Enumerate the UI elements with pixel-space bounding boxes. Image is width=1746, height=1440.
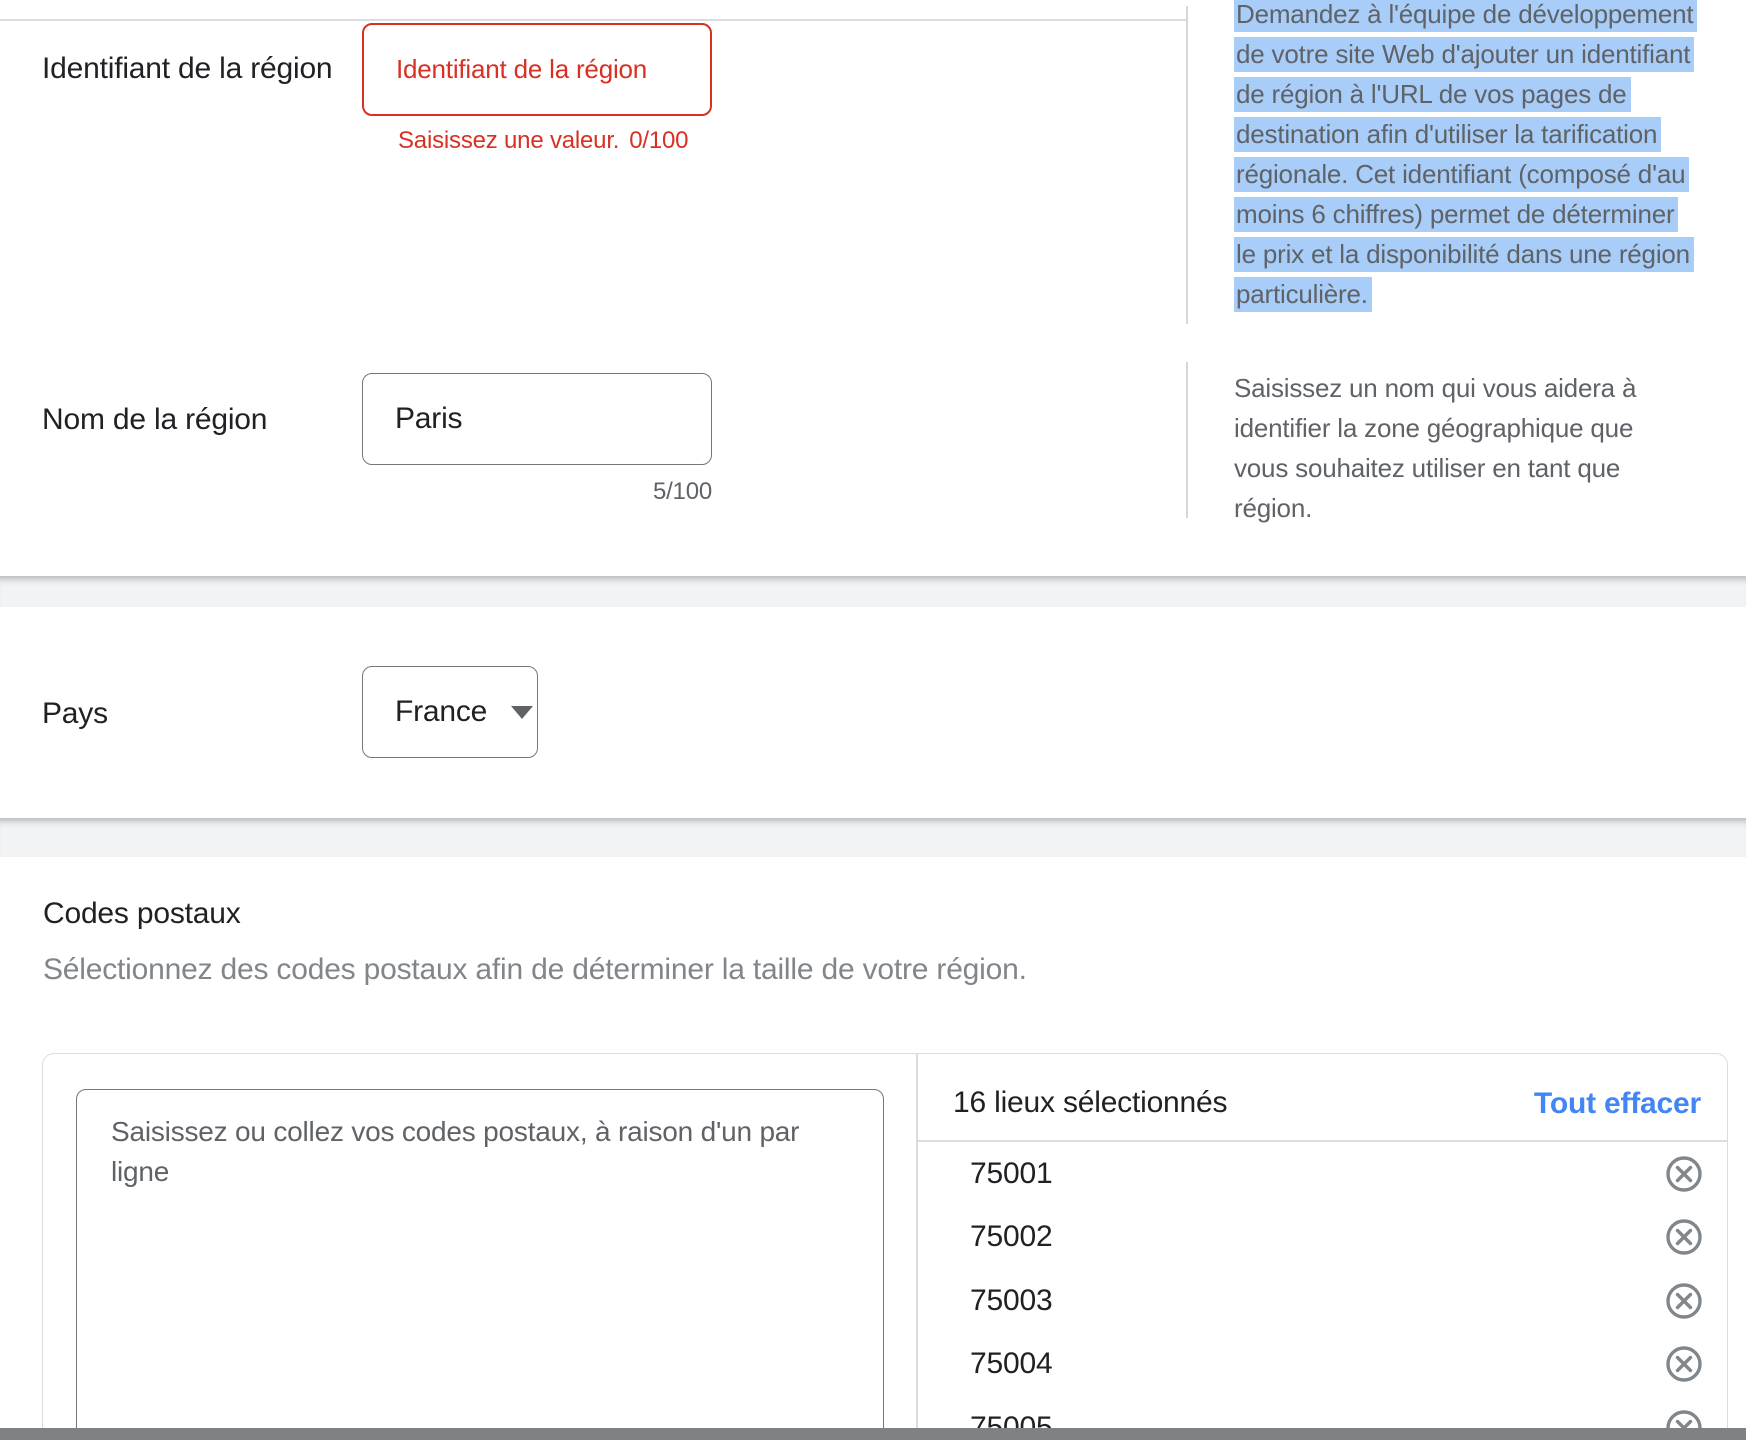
section-separator: [0, 576, 1746, 607]
help-text-line: particulière.: [1234, 274, 1712, 314]
help-text-line: Saisissez un nom qui vous aidera à: [1234, 373, 1637, 403]
postal-codes-title: Codes postaux: [43, 897, 241, 930]
postal-code-value: 75004: [970, 1347, 1053, 1381]
selected-locations-count: 16 lieux sélectionnés: [953, 1086, 1228, 1119]
textarea-placeholder-line: ligne: [111, 1156, 170, 1187]
horizontal-scrollbar[interactable]: [0, 1428, 1746, 1440]
selected-locations-header: 16 lieux sélectionnés Tout effacer: [916, 1054, 1727, 1141]
region-id-help-text: Demandez à l'équipe de développement de …: [1234, 0, 1712, 314]
postal-code-value: 75003: [970, 1283, 1053, 1317]
region-name-label: Nom de la région: [42, 403, 268, 436]
help-divider-region-name: [1186, 362, 1188, 518]
region-name-char-counter: 5/100: [652, 478, 712, 505]
postal-codes-list: 75001 75002 75003 75004 75005: [916, 1142, 1727, 1440]
help-text-line: de votre site Web d'ajouter un identifia…: [1234, 34, 1712, 74]
postal-code-row: 75002: [916, 1206, 1727, 1270]
highlighted-text: destination afin d'utiliser la tarificat…: [1234, 117, 1662, 152]
help-text-line: le prix et la disponibilité dans une rég…: [1234, 234, 1712, 274]
region-name-input[interactable]: [363, 374, 743, 464]
help-text-line: de région à l'URL de vos pages de: [1234, 74, 1712, 114]
section-separator: [0, 818, 1746, 857]
clear-all-button[interactable]: Tout effacer: [1534, 1087, 1701, 1121]
highlighted-text: Demandez à l'équipe de développement: [1234, 0, 1698, 32]
region-id-char-counter: 0/100: [629, 127, 689, 154]
help-text-line: région.: [1234, 493, 1313, 523]
postal-codes-description: Sélectionnez des codes postaux afin de d…: [43, 953, 1027, 986]
region-id-input[interactable]: [364, 25, 742, 114]
textarea-placeholder-line: Saisissez ou collez vos codes postaux, à…: [111, 1116, 800, 1147]
postal-code-row: 75001: [916, 1142, 1727, 1206]
highlighted-text: moins 6 chiffres) permet de déterminer: [1234, 197, 1679, 232]
postal-codes-panel: Saisissez ou collez vos codes postaux, à…: [42, 1053, 1728, 1440]
help-text-line: régionale. Cet identifiant (composé d'au: [1234, 154, 1712, 194]
country-dropdown[interactable]: France: [362, 666, 538, 758]
region-name-input-container: [362, 373, 743, 465]
highlighted-text: régionale. Cet identifiant (composé d'au: [1234, 157, 1690, 192]
help-text-line: identifier la zone géographique que: [1234, 413, 1634, 443]
help-divider-region-id: [1186, 6, 1188, 324]
highlighted-text: de région à l'URL de vos pages de: [1234, 77, 1631, 112]
region-name-help-text: Saisissez un nom qui vous aidera à ident…: [1234, 368, 1712, 528]
postal-code-value: 75001: [970, 1156, 1053, 1190]
region-id-input-container: [362, 23, 742, 116]
help-text-line: destination afin d'utiliser la tarificat…: [1234, 114, 1712, 154]
highlighted-text: de votre site Web d'ajouter un identifia…: [1234, 37, 1695, 72]
postal-code-row: 75003: [916, 1269, 1727, 1333]
postal-code-value: 75002: [970, 1220, 1053, 1254]
region-id-error-row: Saisissez une valeur. 0/100: [398, 127, 689, 155]
country-label: Pays: [42, 697, 108, 730]
highlighted-text: particulière.: [1234, 277, 1372, 312]
region-id-label: Identifiant de la région: [42, 52, 333, 85]
postal-code-row: 75004: [916, 1333, 1727, 1397]
help-text-line: moins 6 chiffres) permet de déterminer: [1234, 194, 1712, 234]
help-text-line: Demandez à l'équipe de développement: [1234, 0, 1712, 34]
country-dropdown-value: France: [395, 695, 488, 728]
help-text-line: vous souhaitez utiliser en tant que: [1234, 453, 1621, 483]
region-id-error-message: Saisissez une valeur.: [398, 127, 620, 154]
caret-down-icon: [511, 705, 534, 719]
circle-x-icon[interactable]: [1665, 1155, 1703, 1193]
circle-x-icon[interactable]: [1665, 1345, 1703, 1383]
highlighted-text: le prix et la disponibilité dans une rég…: [1234, 237, 1694, 272]
region-settings-page: Identifiant de la région Saisissez une v…: [0, 0, 1746, 1440]
circle-x-icon[interactable]: [1665, 1218, 1703, 1256]
circle-x-icon[interactable]: [1665, 1282, 1703, 1320]
postal-codes-textarea[interactable]: Saisissez ou collez vos codes postaux, à…: [76, 1089, 884, 1440]
top-divider: [0, 19, 1186, 21]
